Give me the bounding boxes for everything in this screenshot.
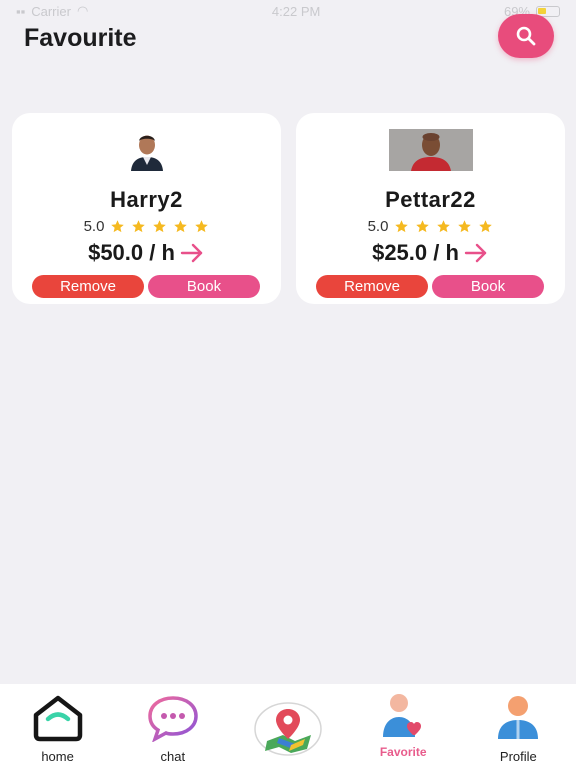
star-icon	[437, 220, 451, 233]
rating-row: 5.0	[12, 218, 281, 235]
favorite-icon	[383, 694, 422, 737]
price-row: $50.0 / h	[12, 240, 281, 266]
wifi-icon: ◠	[76, 3, 89, 18]
star-rating	[110, 219, 209, 234]
tab-label: chat	[160, 749, 186, 764]
book-button[interactable]: Book	[148, 275, 260, 298]
bottom-tab-bar: home chat Favorite Profile	[0, 684, 576, 768]
star-icon	[174, 220, 188, 233]
chat-icon	[148, 696, 198, 742]
remove-button[interactable]: Remove	[316, 275, 428, 298]
map-pin-icon	[254, 702, 322, 756]
arrow-right-icon[interactable]	[463, 242, 489, 264]
tab-map[interactable]	[238, 688, 338, 766]
rating-value: 5.0	[83, 218, 105, 235]
favorite-card[interactable]: Pettar22 5.0 $25.0 / h Remove Book	[296, 113, 565, 304]
tab-home[interactable]: home	[8, 688, 108, 766]
price-row: $25.0 / h	[296, 240, 565, 266]
page-title: Favourite	[24, 24, 137, 52]
remove-button[interactable]: Remove	[32, 275, 144, 298]
tab-label: Favorite	[379, 745, 427, 759]
star-icon	[111, 220, 125, 233]
star-icon	[132, 220, 146, 233]
hourly-price: $25.0 / h	[372, 240, 459, 265]
card-actions: Remove Book	[32, 275, 261, 298]
provider-name: Pettar22	[385, 187, 476, 212]
search-button[interactable]	[498, 14, 554, 58]
star-icon	[416, 220, 430, 233]
star-icon	[153, 220, 167, 233]
avatar	[126, 129, 167, 171]
tab-favorite[interactable]: Favorite	[353, 688, 453, 766]
arrow-right-icon[interactable]	[179, 242, 205, 264]
home-icon	[33, 695, 82, 742]
star-rating	[394, 219, 493, 234]
search-icon	[516, 26, 536, 46]
favorite-card[interactable]: Harry2 5.0 $50.0 / h Remove Book	[12, 113, 281, 304]
hourly-price: $50.0 / h	[88, 240, 175, 265]
tab-profile[interactable]: Profile	[468, 688, 568, 766]
status-bar: ▪▪ Carrier ◠ 4:22 PM 69%	[0, 0, 576, 22]
rating-value: 5.0	[367, 218, 389, 235]
tab-label: Profile	[499, 749, 537, 764]
carrier-label: Carrier	[31, 3, 71, 19]
book-button[interactable]: Book	[432, 275, 544, 298]
signal-icon: ▪▪	[16, 3, 26, 19]
star-icon	[479, 220, 493, 233]
star-icon	[195, 220, 209, 233]
status-time: 4:22 PM	[271, 3, 321, 19]
provider-name: Harry2	[110, 187, 183, 212]
rating-row: 5.0	[296, 218, 565, 235]
avatar	[388, 129, 473, 171]
tab-chat[interactable]: chat	[123, 688, 223, 766]
tab-label: home	[41, 749, 74, 764]
profile-icon	[498, 696, 539, 739]
card-actions: Remove Book	[316, 275, 545, 298]
favorites-list: Harry2 5.0 $50.0 / h Remove Book Pettar2…	[12, 113, 565, 304]
star-icon	[458, 220, 472, 233]
star-icon	[395, 220, 409, 233]
